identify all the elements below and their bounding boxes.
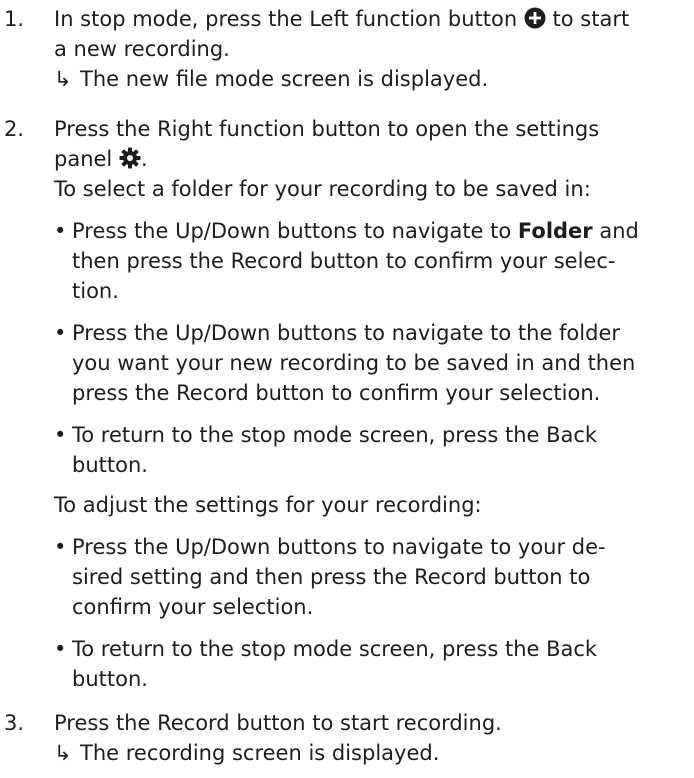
bullet-text-segment: and [592,219,639,243]
plus-circle-icon [524,7,546,29]
bullet-text: then press the Record button to confirm … [72,249,616,273]
bullet-text: To return to the stop mode screen, press… [72,423,598,447]
result-arrow-icon: ↳ [54,741,72,765]
bullet-dot: • [54,637,67,661]
settings-intro: To adjust the settings for your recordin… [54,493,482,517]
step-text-segment: to start [552,7,630,31]
step-3: 3. Press the Record button to start reco… [0,708,694,768]
list-item: • To return to the stop mode screen, pre… [54,420,694,480]
folder-keyword: Folder [517,219,593,243]
step-text: panel . [54,144,694,174]
settings-bullet-list: • Press the Up/Down buttons to navigate … [54,532,694,694]
bullet-text: Press the Up/Down buttons to navigate to… [72,216,694,246]
step-text: In stop mode, press the Left function bu… [54,4,694,34]
step-number: 3. [4,711,25,735]
result-arrow-icon: ↳ [54,67,72,91]
folder-intro: To select a folder for your recording to… [54,177,591,201]
bullet-text: To return to the stop mode screen, press… [72,637,598,661]
bullet-text: Press the Up/Down buttons to navigate to… [72,535,606,559]
step-number: 1. [4,7,25,31]
bullet-text: button. [72,667,148,691]
bullet-text: confirm your selection. [72,595,314,619]
list-item: • Press the Up/Down buttons to navigate … [54,216,694,306]
bullet-text: press the Record button to confirm your … [72,381,601,405]
step-1: 1. In stop mode, press the Left function… [0,4,694,94]
bullet-text: sired setting and then press the Record … [72,565,591,589]
step-result: ↳ The new file mode screen is displayed. [54,64,694,94]
bullet-text: tion. [72,279,119,303]
gear-icon [119,147,141,169]
bullet-dot: • [54,423,67,447]
list-item: • Press the Up/Down buttons to navigate … [54,318,694,408]
step-text-segment: . [140,147,148,171]
step-text-segment: In stop mode, press the Left function bu… [54,7,518,31]
step-text: Press the Record button to start recordi… [54,711,502,735]
bullet-text-segment: Press the Up/Down buttons to navigate to [72,219,518,243]
bullet-dot: • [54,219,67,243]
bullet-text: button. [72,453,148,477]
step-2: 2. Press the Right function button to op… [0,114,694,694]
bullet-dot: • [54,321,67,345]
bullet-dot: • [54,535,67,559]
step-result-text: The new file mode screen is displayed. [80,67,489,91]
step-text-segment: panel [54,147,113,171]
list-item: • Press the Up/Down buttons to navigate … [54,532,694,622]
folder-bullet-list: • Press the Up/Down buttons to navigate … [54,216,694,480]
step-result-text: The recording screen is displayed. [80,741,440,765]
step-result: ↳ The recording screen is displayed. [54,738,694,768]
list-item: • To return to the stop mode screen, pre… [54,634,694,694]
step-text: Press the Right function button to open … [54,117,600,141]
bullet-text: you want your new recording to be saved … [72,351,636,375]
step-number: 2. [4,117,25,141]
step-text: a new recording. [54,37,230,61]
bullet-text: Press the Up/Down buttons to navigate to… [72,321,620,345]
